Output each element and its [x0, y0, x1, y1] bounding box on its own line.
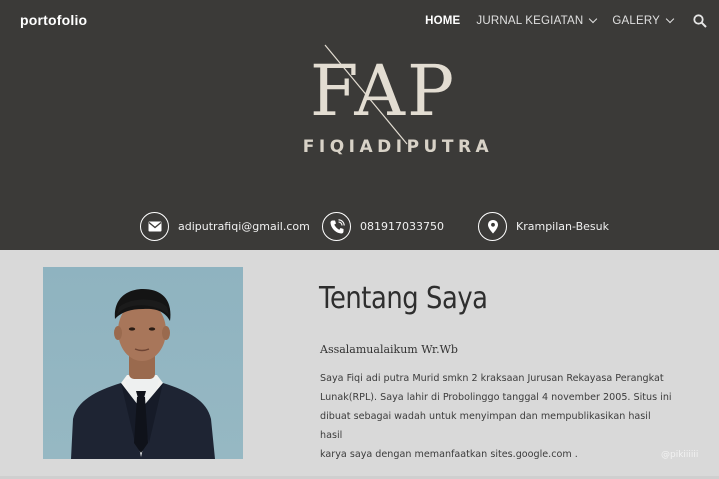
contact-phone[interactable]: 081917033750: [322, 212, 444, 241]
watermark: @pikiiiiii: [661, 450, 699, 460]
contact-bar: adiputrafiqi@gmail.com 081917033750 Kram…: [0, 210, 719, 244]
phone-text: 081917033750: [360, 220, 444, 233]
nav-item-jurnal-kegiatan[interactable]: JURNAL KEGIATAN: [476, 14, 598, 27]
about-line: Saya Fiqi adi putra Murid smkn 2 kraksaa…: [320, 373, 664, 384]
nav-item-galery[interactable]: GALERY: [612, 14, 675, 27]
nav-label: HOME: [425, 15, 461, 27]
email-text: adiputrafiqi@gmail.com: [178, 220, 310, 233]
about-line: Lunak(RPL). Saya lahir di Probolinggo ta…: [320, 392, 672, 403]
profile-photo: [43, 267, 243, 459]
logo-name: FIQIADIPUTRA: [302, 137, 494, 157]
contact-email[interactable]: adiputrafiqi@gmail.com: [140, 212, 310, 241]
hero-section: portofolio HOME JURNAL KEGIATAN GALERY F…: [0, 0, 719, 250]
about-line: dibuat sebagai wadah untuk menyimpan dan…: [320, 411, 651, 441]
site-title[interactable]: portofolio: [20, 12, 87, 28]
nav-item-home[interactable]: HOME: [425, 15, 460, 27]
location-text: Krampilan-Besuk: [516, 220, 609, 233]
about-greeting: Assalamualaikum Wr.Wb: [320, 343, 458, 356]
contact-location[interactable]: Krampilan-Besuk: [478, 212, 609, 241]
nav-label: JURNAL KEGIATAN: [476, 15, 584, 27]
email-icon: [140, 212, 169, 241]
chevron-down-icon: [589, 14, 598, 24]
about-body: Saya Fiqi adi putra Murid smkn 2 kraksaa…: [320, 369, 675, 464]
chevron-down-icon: [665, 14, 675, 24]
logo-mark: FAP: [309, 50, 457, 132]
location-icon: [478, 212, 507, 241]
nav-label: GALERY: [612, 15, 660, 27]
about-title: Tentang Saya: [319, 281, 488, 316]
site-logo: FAP FIQIADIPUTRA: [295, 42, 515, 162]
about-line: karya saya dengan memanfaatkan sites.goo…: [320, 449, 578, 460]
top-nav: HOME JURNAL KEGIATAN GALERY: [425, 0, 719, 42]
phone-icon: [322, 212, 351, 241]
search-icon[interactable]: [689, 10, 711, 32]
